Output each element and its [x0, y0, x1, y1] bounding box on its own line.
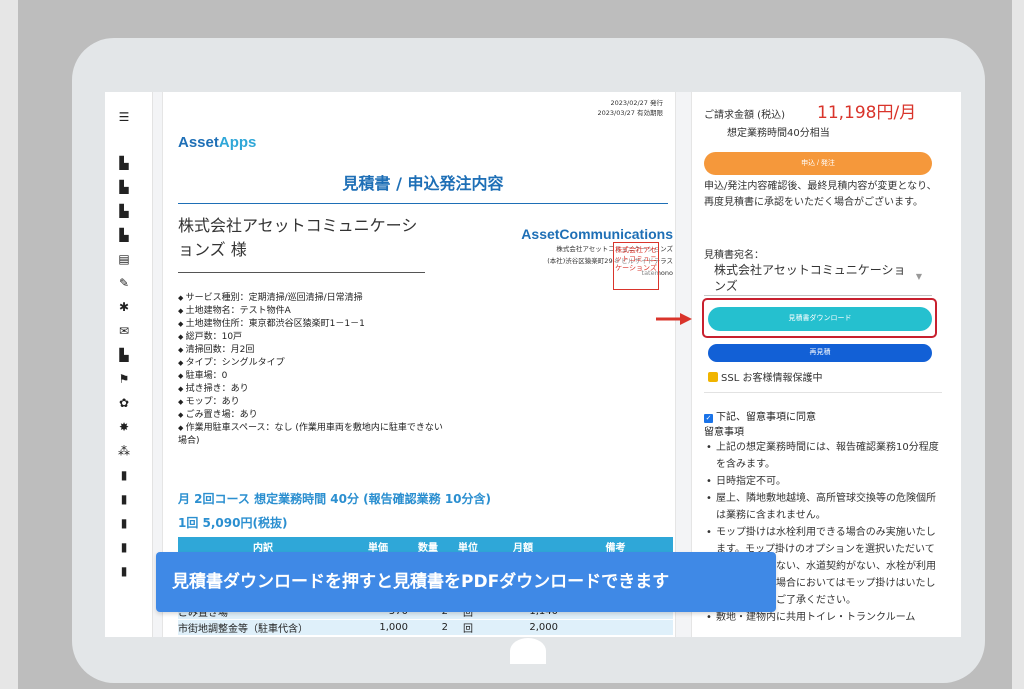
- company-seal-stamp: 株式会社アセットコミュニケーションズ: [613, 242, 659, 290]
- document-icon[interactable]: ▮: [117, 468, 131, 482]
- addressee-label: 見積書宛名：: [704, 250, 764, 261]
- chevron-down-icon: ▼: [915, 272, 922, 281]
- notes-title: 留意事項: [704, 427, 744, 438]
- table-cell: 回: [448, 619, 488, 636]
- table-cell: 市街地調整金等（駐車代含）: [178, 619, 348, 636]
- download-estimate-button[interactable]: 見積書ダウンロード: [708, 307, 932, 331]
- calendar-icon[interactable]: ▤: [117, 252, 131, 266]
- instruction-banner: 見積書ダウンロードを押すと見積書をPDFダウンロードできます: [156, 552, 776, 612]
- table-cell: 1,000: [348, 619, 408, 636]
- gear-icon[interactable]: ✿: [117, 396, 131, 410]
- list-item: 総戸数：10戸: [178, 331, 448, 344]
- lock-icon: [708, 372, 718, 382]
- addressee-select[interactable]: 株式会社アセットコミュニケーションズ ▼: [704, 260, 932, 296]
- table-row: 市街地調整金等（駐車代含） 1,000 2 回 2,000: [178, 619, 673, 636]
- client-name: 株式会社アセットコミュニケーションズ 様: [178, 214, 425, 273]
- building-icon[interactable]: ▙: [117, 156, 131, 170]
- ssl-notice: SSL お客様情報保護中: [708, 369, 822, 384]
- runner-icon[interactable]: ✱: [117, 300, 131, 314]
- document-icon[interactable]: ▮: [117, 516, 131, 530]
- order-button[interactable]: 申込 / 発注: [704, 152, 932, 175]
- list-item: 駐車場：0: [178, 370, 448, 383]
- document-title: 見積書 / 申込発注内容: [178, 170, 668, 204]
- star-icon[interactable]: ✸: [117, 420, 131, 434]
- list-item: 土地建物住所：東京都渋谷区猿楽町1－1－1: [178, 318, 448, 331]
- unit-price: 1回 5,090円(税抜): [178, 516, 288, 530]
- list-item: 日時指定不可。: [704, 473, 944, 490]
- list-item: サービス種別：定期清掃/巡回清掃/日常清掃: [178, 292, 448, 305]
- list-item: 清掃回数：月2回: [178, 344, 448, 357]
- menu-icon[interactable]: ☰: [117, 110, 131, 124]
- list-item: モップ：あり: [178, 396, 448, 409]
- list-item: タイプ：シングルタイプ: [178, 357, 448, 370]
- ssl-text: SSL お客様情報保護中: [721, 373, 823, 384]
- order-note: 申込/発注内容確認後、最終見積内容が変更となり、再度見積書に承認をいただく場合が…: [704, 181, 937, 208]
- list-item: 土地建物名：テスト物件A: [178, 305, 448, 318]
- list-item: ごみ置き場：あり: [178, 409, 448, 422]
- users-icon[interactable]: ⁂: [117, 444, 131, 458]
- table-cell: 2: [408, 619, 448, 636]
- red-arrow-icon: [656, 313, 692, 325]
- divider: [704, 392, 942, 393]
- checkbox-checked-icon[interactable]: ✓: [704, 414, 713, 423]
- list-item: 上記の想定業務時間には、報告確認業務10分程度を含みます。: [704, 439, 944, 473]
- issue-date: 2023/02/27 発行: [610, 99, 663, 107]
- sidebar: ☰ ▙ ▙ ▙ ▙ ▤ ✎ ✱ ✉ ▙ ⚑ ✿ ✸ ⁂ ▮ ▮ ▮ ▮ ▮: [105, 92, 153, 637]
- list-item: 拭き掃き：あり: [178, 383, 448, 396]
- document-icon[interactable]: ▮: [117, 564, 131, 578]
- building-icon[interactable]: ▙: [117, 348, 131, 362]
- building-icon[interactable]: ▙: [117, 204, 131, 218]
- tablet-home-button: [510, 638, 546, 664]
- estimate-items: サービス種別：定期清掃/巡回清掃/日常清掃 土地建物名：テスト物件A 土地建物住…: [178, 292, 448, 448]
- wrench-icon[interactable]: ✎: [117, 276, 131, 290]
- course-summary: 月 2回コース 想定業務時間 40分 (報告確認業務 10分含): [178, 492, 492, 506]
- amount-label: ご請求金額 (税込): [704, 110, 785, 121]
- list-item: 屋上、隣地敷地越境、高所管球交換等の危険個所は業務に含まれません。: [704, 490, 944, 524]
- handshake-icon[interactable]: ✉: [117, 324, 131, 338]
- building-icon[interactable]: ▙: [117, 180, 131, 194]
- table-cell: 2,000: [488, 619, 558, 636]
- agree-label: 下記、留意事項に同意: [716, 412, 816, 423]
- re-estimate-button[interactable]: 再見積: [708, 344, 932, 362]
- agree-checkbox[interactable]: ✓ 下記、留意事項に同意: [704, 408, 816, 423]
- flag-icon[interactable]: ⚑: [117, 372, 131, 386]
- document-dates: 2023/02/27 発行 2023/03/27 有効期限: [597, 98, 663, 118]
- logo-part-a: Asset: [178, 134, 219, 151]
- work-hours: 想定業務時間40分相当: [727, 128, 830, 139]
- list-item: 作業用駐車スペース：なし (作業用車両を敷地内に駐車できない場合): [178, 422, 448, 448]
- building-icon[interactable]: ▙: [117, 228, 131, 242]
- document-icon[interactable]: ▮: [117, 540, 131, 554]
- issuer-company-name: AssetCommunications: [521, 226, 673, 242]
- table-cell: [558, 619, 673, 636]
- document-icon[interactable]: ▮: [117, 492, 131, 506]
- expiry-date: 2023/03/27 有効期限: [597, 109, 663, 117]
- logo-part-b: Apps: [218, 134, 257, 151]
- addressee-value: 株式会社アセットコミュニケーションズ: [714, 263, 906, 293]
- assetapps-logo: AssetApps: [178, 134, 256, 151]
- amount-value: 11,198円/月: [817, 103, 917, 123]
